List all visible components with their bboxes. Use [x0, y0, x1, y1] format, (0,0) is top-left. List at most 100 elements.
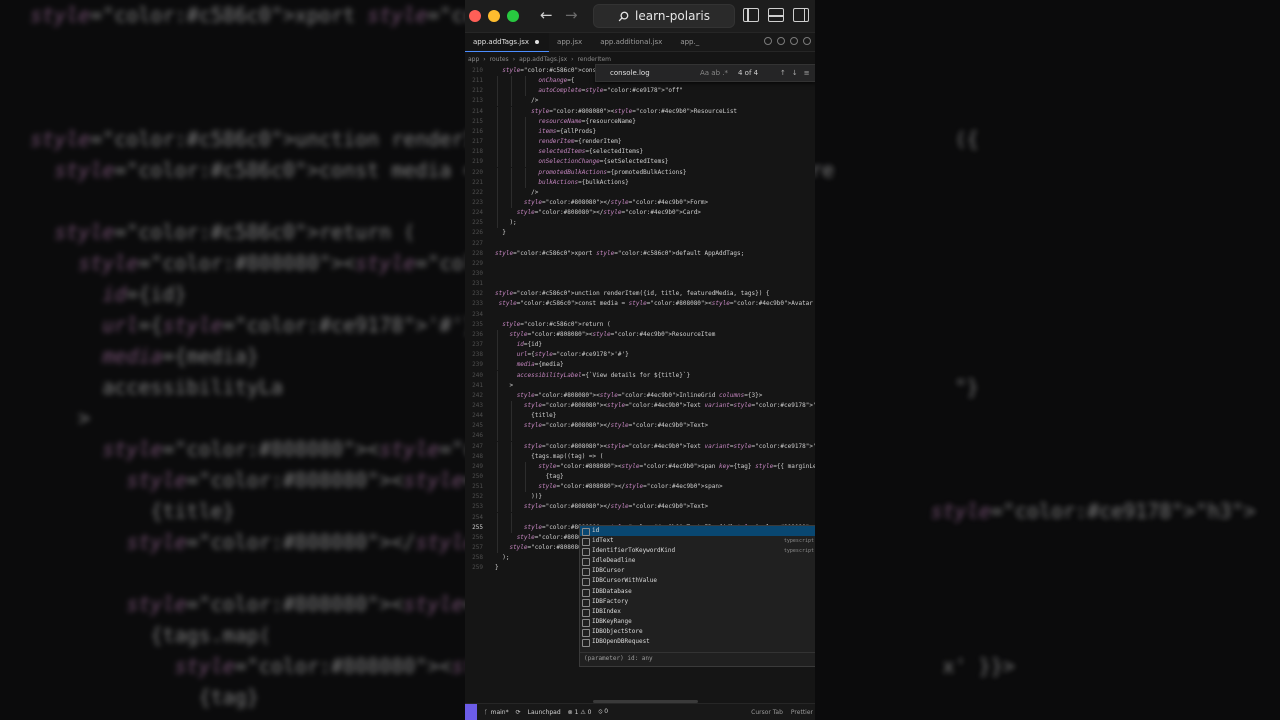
tab-1[interactable]: app.jsx	[549, 33, 592, 51]
cursor-tab-indicator[interactable]: Cursor Tab	[751, 709, 783, 716]
minimize-window-button[interactable]	[488, 10, 500, 22]
ports-indicator[interactable]: ⦸ 0	[598, 708, 608, 716]
prettier-indicator[interactable]: Prettier	[791, 709, 813, 716]
suggest-item[interactable]: IdleDeadline	[580, 556, 815, 567]
code-line[interactable]: 221 bulkActions={bulkActions}	[465, 177, 815, 188]
suggest-item[interactable]: IDBFactory	[580, 597, 815, 607]
code-line[interactable]: 251 style="color:#808080"></style="color…	[465, 482, 815, 493]
code-line[interactable]: 222 />	[465, 187, 815, 198]
code-line[interactable]: 229	[465, 259, 815, 269]
more-actions-icon[interactable]	[803, 37, 811, 45]
code-line[interactable]: 246	[465, 431, 815, 442]
code-line[interactable]: 213 />	[465, 96, 815, 107]
code-line[interactable]: 225 );	[465, 218, 815, 229]
code-line[interactable]: 228 style="color:#c586c0">xport style="co…	[465, 249, 815, 259]
code-line[interactable]: 219 onSelectionChange={setSelectedItems}	[465, 157, 815, 168]
forward-arrow-icon[interactable]: →	[565, 6, 578, 24]
code-line[interactable]: 227	[465, 239, 815, 249]
background-code-line: x' }}>	[942, 654, 1015, 678]
suggest-item[interactable]: IDBIndex	[580, 607, 815, 617]
code-line[interactable]: 218 selectedItems={selectedItems}	[465, 147, 815, 158]
code-line[interactable]: 237 id={id}	[465, 340, 815, 351]
code-line[interactable]: 239 media={media}	[465, 360, 815, 371]
code-line[interactable]: 240 accessibilityLabel={`View details fo…	[465, 370, 815, 381]
breadcrumb-item[interactable]: app.addTags.jsx	[519, 56, 567, 63]
toggle-secondary-sidebar-icon[interactable]	[793, 8, 809, 22]
suggest-item[interactable]: IDBCursor	[580, 566, 815, 577]
code-line[interactable]: 216 items={allProds}	[465, 126, 815, 137]
remote-indicator[interactable]	[465, 704, 477, 720]
split-editor-icon[interactable]	[790, 37, 798, 45]
background-code-line: style="color:#ce9178">"h3">	[930, 499, 1256, 523]
code-line[interactable]: 252 ))}	[465, 492, 815, 503]
code-line[interactable]: 214 style="color:#808080"><style="color:…	[465, 106, 815, 117]
toggle-primary-sidebar-icon[interactable]	[743, 8, 759, 22]
problems-indicator[interactable]: ⊗ 1 ⚠ 0	[568, 709, 592, 716]
back-arrow-icon[interactable]: ←	[540, 6, 553, 24]
close-window-button[interactable]	[469, 10, 481, 22]
suggest-item[interactable]: IDBKeyRange	[580, 617, 815, 627]
code-line[interactable]: 236 style="color:#808080"><style="color:…	[465, 329, 815, 340]
modified-dot-icon[interactable]	[535, 39, 540, 44]
command-center[interactable]: learn-polaris	[593, 4, 735, 28]
code-line[interactable]: 212 autoComplete=style="color:#ce9178">"…	[465, 86, 815, 97]
background-code-line: "}	[954, 375, 979, 399]
code-line[interactable]: 250 {tag}	[465, 472, 815, 482]
maximize-window-button[interactable]	[507, 10, 519, 22]
code-text: style="color:#c586c0">xport style="color…	[495, 249, 745, 257]
code-line[interactable]: 231	[465, 279, 815, 289]
suggest-item-label: IDBFactory	[592, 597, 629, 605]
code-line[interactable]: 234	[465, 310, 815, 320]
toggle-panel-icon[interactable]	[768, 8, 784, 22]
branch-indicator[interactable]: ᚴ main*	[484, 709, 509, 716]
sync-button[interactable]: ⟳	[516, 709, 521, 716]
code-line[interactable]: 233 style="color:#c586c0">const media = …	[465, 299, 815, 309]
line-number: 221	[472, 178, 483, 186]
tab-0[interactable]: app.addTags.jsx	[465, 32, 550, 52]
circle-icon[interactable]	[777, 37, 785, 45]
suggest-item[interactable]: IDBObjectStore	[580, 627, 815, 637]
code-line[interactable]: 235 style="color:#c586c0">return (	[465, 320, 815, 330]
code-text: renderItem={renderItem}	[538, 138, 622, 146]
compare-icon[interactable]	[764, 37, 772, 45]
code-line[interactable]: 215 resourceName={resourceName}	[465, 116, 815, 127]
code-line[interactable]: 232 style="color:#c586c0">unction renderI…	[465, 289, 815, 299]
find-input[interactable]: console.log	[610, 69, 700, 77]
code-line[interactable]: 254	[465, 512, 815, 523]
code-line[interactable]: 249 style="color:#808080"><style="color:…	[465, 461, 815, 472]
code-line[interactable]: 243 style="color:#808080"><style="color:…	[465, 400, 815, 411]
tab-3[interactable]: app._	[672, 33, 709, 51]
code-line[interactable]: 245 style="color:#808080"></style="color…	[465, 421, 815, 432]
tab-2[interactable]: app.additional.jsx	[592, 33, 672, 51]
line-number: 213	[472, 97, 483, 105]
suggest-item[interactable]: idText typescript	[580, 536, 815, 547]
code-line[interactable]: 226 }	[465, 228, 815, 238]
suggest-item[interactable]: IDBOpenDBRequest	[580, 637, 815, 648]
code-line[interactable]: 247 style="color:#808080"><style="color:…	[465, 441, 815, 452]
background-code-text: style="color:#808080"><style="color:#4ec…	[174, 654, 466, 678]
breadcrumb-item[interactable]: app	[468, 56, 479, 63]
suggest-item[interactable]: IDBCursorWithValue	[580, 576, 815, 587]
code-line[interactable]: 253 style="color:#808080"></style="color…	[465, 502, 815, 513]
breadcrumb-item[interactable]: routes	[490, 56, 509, 63]
code-line[interactable]: 244 {title}	[465, 411, 815, 422]
code-line[interactable]: 217 renderItem={renderItem}	[465, 137, 815, 148]
code-line[interactable]: 248 {tags.map((tag) => (	[465, 451, 815, 462]
breadcrumb-item[interactable]: renderItem	[578, 56, 611, 63]
code-line[interactable]: 223 style="color:#808080"></style="color…	[465, 197, 815, 208]
suggest-item[interactable]: IdentifierToKeywordKind typescript	[580, 546, 815, 557]
code-line[interactable]: 224 style="color:#808080"></style="color…	[465, 208, 815, 219]
suggest-item[interactable]: id	[580, 526, 815, 537]
code-line[interactable]: 241 >	[465, 380, 815, 391]
launchpad-button[interactable]: Launchpad	[528, 709, 561, 716]
find-navigation[interactable]: ↑↓≡	[780, 69, 815, 77]
code-line[interactable]: 242 style="color:#808080"><style="color:…	[465, 390, 815, 401]
symbol-variable-icon	[582, 538, 590, 547]
suggest-item[interactable]: IDBDatabase	[580, 587, 815, 597]
line-number: 230	[472, 270, 483, 277]
line-number: 251	[472, 483, 483, 491]
code-line[interactable]: 238 url={style="color:#ce9178">'#'}	[465, 350, 815, 361]
code-line[interactable]: 230	[465, 269, 815, 279]
code-line[interactable]: 220 promotedBulkActions={promotedBulkAct…	[465, 167, 815, 178]
find-options[interactable]: Aa ab .*	[700, 69, 738, 77]
